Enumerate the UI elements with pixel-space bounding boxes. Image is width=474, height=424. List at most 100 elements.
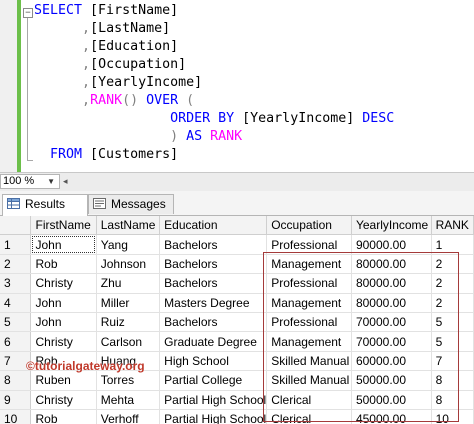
collapse-toggle[interactable]: − bbox=[23, 8, 33, 18]
table-cell[interactable]: 2 bbox=[431, 293, 474, 313]
table-cell[interactable]: 2 bbox=[431, 273, 474, 294]
table-cell[interactable]: Partial College bbox=[159, 370, 268, 391]
table-cell[interactable]: 60000.00 bbox=[351, 351, 432, 372]
results-grid[interactable]: FirstName LastName Education Occupation Year… bbox=[0, 216, 474, 424]
table-cell[interactable]: Clerical bbox=[266, 409, 352, 424]
table-row[interactable]: 1 John Yang Bachelors Professional 90000.00 1 bbox=[0, 234, 474, 255]
table-cell[interactable]: High School bbox=[159, 351, 268, 372]
row-number[interactable]: 1 bbox=[0, 234, 32, 255]
editor-margin bbox=[0, 0, 18, 172]
table-cell[interactable]: 5 bbox=[431, 331, 474, 352]
table-cell[interactable]: Zhu bbox=[96, 273, 161, 294]
table-cell[interactable]: 10 bbox=[431, 409, 474, 424]
table-cell[interactable]: Masters Degree bbox=[159, 293, 268, 313]
row-number[interactable]: 10 bbox=[0, 409, 32, 424]
table-cell[interactable]: Christy bbox=[30, 273, 97, 294]
table-cell[interactable]: 70000.00 bbox=[351, 331, 432, 352]
tab-results[interactable]: Results bbox=[2, 194, 88, 216]
table-cell[interactable]: Carlson bbox=[96, 331, 161, 352]
table-cell[interactable]: Verhoff bbox=[96, 409, 161, 424]
fold-guide bbox=[27, 18, 28, 160]
table-cell[interactable]: Management bbox=[266, 293, 352, 313]
table-cell[interactable]: Christy bbox=[30, 390, 97, 410]
column-header[interactable]: LastName bbox=[96, 216, 161, 236]
table-cell[interactable]: John bbox=[30, 293, 97, 313]
table-cell[interactable]: Professional bbox=[266, 312, 352, 333]
table-cell[interactable]: Christy bbox=[30, 331, 97, 352]
table-cell[interactable]: Ruben bbox=[30, 370, 97, 391]
sql-editor[interactable]: − SELECT [FirstName] ,[LastName] ,[Educa… bbox=[0, 0, 474, 172]
table-cell[interactable]: 2 bbox=[431, 254, 474, 275]
table-cell[interactable]: Johnson bbox=[96, 254, 161, 275]
row-number[interactable]: 3 bbox=[0, 273, 32, 294]
table-cell[interactable]: 80000.00 bbox=[351, 273, 432, 294]
table-cell[interactable]: John bbox=[30, 312, 97, 333]
code-line: ,[Occupation] bbox=[34, 56, 186, 74]
table-cell[interactable]: Bachelors bbox=[159, 273, 268, 294]
table-cell[interactable]: Miller bbox=[96, 293, 161, 313]
row-number[interactable]: 6 bbox=[0, 331, 32, 352]
table-cell[interactable]: 45000.00 bbox=[351, 409, 432, 424]
row-number[interactable]: 4 bbox=[0, 293, 32, 313]
table-cell[interactable]: Mehta bbox=[96, 390, 161, 410]
scroll-left-icon[interactable]: ◂ bbox=[63, 177, 68, 187]
chevron-down-icon[interactable]: ▼ bbox=[47, 175, 55, 188]
table-cell[interactable]: 70000.00 bbox=[351, 312, 432, 333]
table-cell[interactable]: Ruiz bbox=[96, 312, 161, 333]
zoom-select[interactable]: 100 % ▼ bbox=[0, 174, 60, 189]
table-row[interactable]: 8 Ruben Torres Partial College Skilled Manua… bbox=[0, 370, 474, 391]
table-row[interactable]: 3 Christy Zhu Bachelors Professional 80000.00… bbox=[0, 273, 474, 294]
table-cell[interactable]: 7 bbox=[431, 351, 474, 372]
table-cell[interactable]: Clerical bbox=[266, 390, 352, 410]
row-number[interactable]: 8 bbox=[0, 370, 32, 391]
table-cell[interactable]: Rob bbox=[30, 254, 97, 275]
table-cell[interactable]: Skilled Manual bbox=[266, 370, 352, 391]
table-row[interactable]: 6 Christy Carlson Graduate Degree Management… bbox=[0, 331, 474, 352]
column-header[interactable]: YearlyIncome bbox=[351, 216, 432, 236]
row-number[interactable]: 9 bbox=[0, 390, 32, 410]
table-row[interactable]: 9 Christy Mehta Partial High School Clerical… bbox=[0, 390, 474, 410]
table-row[interactable]: 2 Rob Johnson Bachelors Management 80000.00 2 bbox=[0, 254, 474, 275]
table-cell[interactable]: 80000.00 bbox=[351, 254, 432, 275]
table-cell[interactable]: 80000.00 bbox=[351, 293, 432, 313]
table-cell[interactable]: 50000.00 bbox=[351, 390, 432, 410]
table-cell[interactable]: 5 bbox=[431, 312, 474, 333]
table-cell[interactable]: Torres bbox=[96, 370, 161, 391]
table-cell[interactable]: 50000.00 bbox=[351, 370, 432, 391]
table-cell[interactable]: Bachelors bbox=[159, 254, 268, 275]
table-cell[interactable]: Partial High School bbox=[159, 409, 268, 424]
column-header[interactable]: RANK bbox=[431, 216, 474, 236]
row-number[interactable]: 2 bbox=[0, 254, 32, 275]
column-header[interactable]: Education bbox=[159, 216, 268, 236]
table-cell[interactable]: Skilled Manual bbox=[266, 351, 352, 372]
table-cell[interactable]: John bbox=[30, 234, 97, 255]
table-cell[interactable]: Bachelors bbox=[159, 312, 268, 333]
table-row[interactable]: 4 John Miller Masters Degree Management 80000… bbox=[0, 293, 474, 313]
table-cell[interactable]: Management bbox=[266, 331, 352, 352]
table-cell[interactable]: Professional bbox=[266, 273, 352, 294]
table-row[interactable]: 10 Rob Verhoff Partial High School Clerical 4… bbox=[0, 409, 474, 424]
tab-messages[interactable]: Messages bbox=[88, 194, 174, 214]
table-cell[interactable]: 1 bbox=[431, 234, 474, 255]
select-all-corner[interactable] bbox=[0, 216, 32, 236]
code-token: RANK bbox=[210, 129, 243, 144]
table-cell[interactable]: Management bbox=[266, 254, 352, 275]
column-header[interactable]: FirstName bbox=[30, 216, 97, 236]
table-cell[interactable]: Partial High School bbox=[159, 390, 268, 410]
row-number[interactable]: 5 bbox=[0, 312, 32, 333]
table-cell[interactable]: Professional bbox=[266, 234, 352, 255]
table-row[interactable]: 5 John Ruiz Bachelors Professional 70000.00 5 bbox=[0, 312, 474, 333]
zoom-bar: 100 % ▼ ◂ bbox=[0, 172, 474, 192]
table-cell[interactable]: 90000.00 bbox=[351, 234, 432, 255]
table-cell[interactable]: Yang bbox=[96, 234, 161, 255]
table-cell[interactable]: 8 bbox=[431, 370, 474, 391]
table-cell[interactable]: Graduate Degree bbox=[159, 331, 268, 352]
table-cell[interactable]: Bachelors bbox=[159, 234, 268, 255]
table-cell[interactable]: 8 bbox=[431, 390, 474, 410]
column-header[interactable]: Occupation bbox=[266, 216, 352, 236]
table-cell[interactable]: Rob bbox=[30, 409, 97, 424]
code-token: [FirstName] bbox=[90, 3, 179, 18]
code-line: FROM [Customers] bbox=[34, 146, 178, 164]
